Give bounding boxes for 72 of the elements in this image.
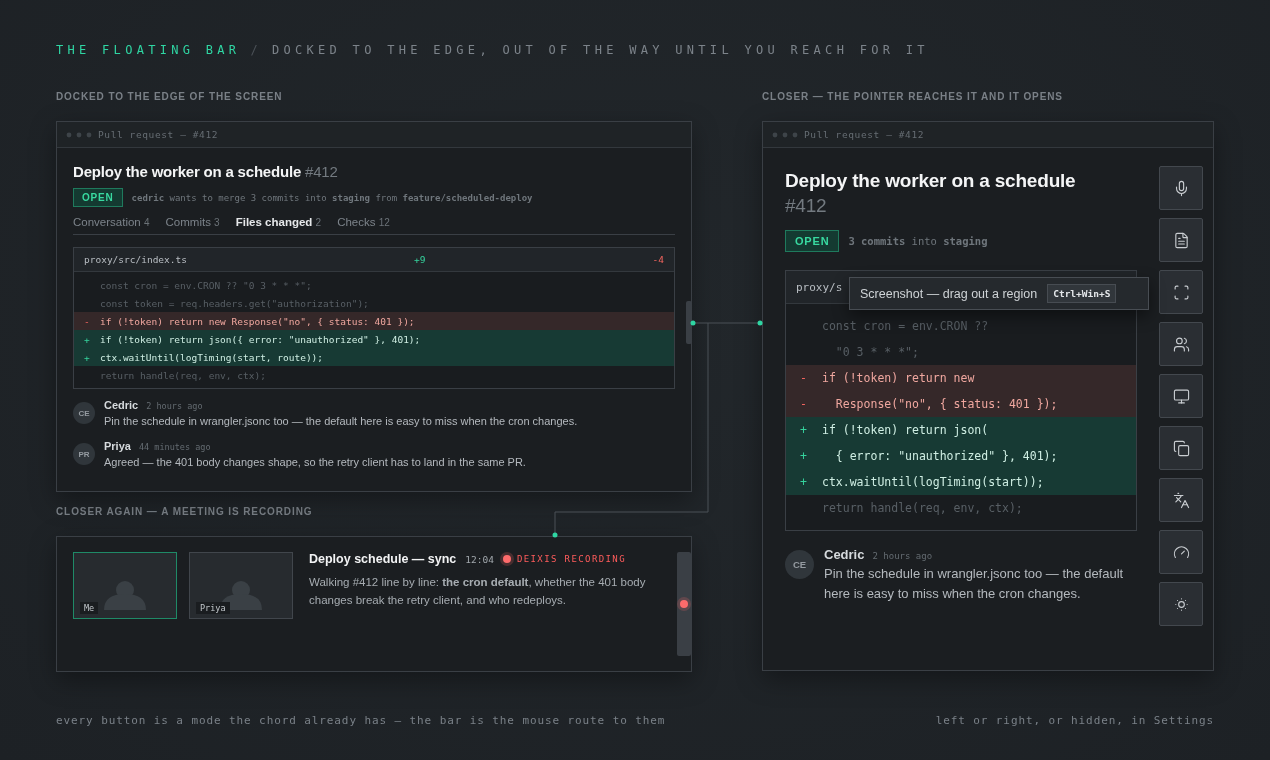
pull-request-title: Deploy the worker on a schedule #412	[73, 162, 339, 182]
recording-dot-icon	[680, 600, 688, 608]
tab[interactable]: Checks 12	[337, 216, 390, 228]
meeting-title: Deploy schedule — sync	[309, 552, 457, 566]
page-title: THE FLOATING BAR	[56, 42, 241, 58]
file-path: proxy/s	[796, 280, 843, 294]
translate-icon	[1172, 491, 1190, 509]
dock-handle[interactable]	[677, 552, 691, 656]
sun-icon	[1172, 595, 1190, 613]
avatar: CE	[785, 550, 814, 579]
recording-label: DEIXIS RECORDING	[516, 554, 626, 564]
tab[interactable]: Conversation 4	[73, 216, 150, 228]
participant-name: Priya	[196, 602, 230, 614]
comment-time: 2 hours ago	[146, 401, 203, 411]
recording-dot-icon	[502, 555, 511, 563]
page-subtitle: DOCKED TO THE EDGE, OUT OF THE WAY UNTIL YOU REACH FOR IT	[271, 42, 929, 58]
merge-summary: cedric wants to merge 3 commits into staging from feature/scheduled-deploy	[131, 192, 533, 203]
window-title: Pull request – #412	[804, 129, 925, 140]
shortcut-key: Ctrl+Win+S	[1047, 284, 1117, 303]
participant-name: Me	[80, 602, 99, 614]
section-label: CLOSER — THE POINTER REACHES IT AND IT OPENS	[762, 91, 1063, 102]
tooltip-text: Screenshot — drag out a region	[860, 286, 1038, 301]
dock-handle[interactable]	[686, 301, 692, 344]
title-separator: /	[250, 42, 262, 58]
gauge-button[interactable]	[1159, 530, 1203, 574]
window-title: Pull request – #412	[98, 129, 219, 140]
comment-time: 44 minutes ago	[138, 442, 211, 452]
footer-note: every button is a mode the chord already has — the bar is the mouse route to them	[56, 714, 666, 727]
avatar: CE	[73, 402, 95, 424]
monitor-icon	[1172, 387, 1190, 405]
comment-author: Cedric	[104, 399, 139, 411]
code-line: "0 3 * * *";	[834, 344, 920, 361]
window-dots-icon	[772, 131, 798, 138]
meeting-time: 12:04	[465, 553, 494, 565]
merge-summary: 3 commits into staging	[848, 235, 988, 247]
status-badge: OPEN	[73, 188, 123, 207]
code-line: return handle(req, env, ctx);	[99, 368, 267, 383]
section-label: DOCKED TO THE EDGE OF THE SCREEN	[56, 91, 283, 102]
tab[interactable]: Commits 3	[165, 216, 220, 228]
people-icon	[1172, 335, 1190, 353]
code-line: const cron = env.CRON ??	[821, 318, 990, 335]
screenshot-icon	[1172, 283, 1190, 301]
file-path: proxy/src/index.ts	[84, 254, 187, 265]
code-line: const cron = env.CRON ?? "0 3 * * *";	[99, 278, 313, 293]
microphone-button[interactable]	[1159, 166, 1203, 210]
comment-author: Cedric	[824, 547, 865, 562]
comment-text: Pin the schedule in wrangler.jsonc too — the default here is easy to miss when the cron changes.	[104, 414, 578, 429]
code-line: const token = req.headers.get("authorization");	[99, 296, 370, 311]
comment-text: Agreed — the 401 body changes shape, so the retry client has to land in the same PR.	[104, 455, 526, 470]
comment-time: 2 hours ago	[872, 551, 933, 561]
status-badge: OPEN	[785, 230, 840, 252]
footer-note: left or right, or hidden, in Settings	[935, 714, 1214, 727]
avatar: PR	[73, 443, 95, 465]
window-dots-icon	[66, 131, 92, 138]
additions-count: +9	[414, 254, 426, 265]
translate-button[interactable]	[1159, 478, 1203, 522]
comment-author: Priya	[104, 440, 131, 452]
pull-request-title: Deploy the worker on a schedule #412	[785, 169, 1077, 218]
section-label: CLOSER AGAIN — A MEETING IS RECORDING	[56, 506, 313, 517]
document-icon	[1172, 231, 1190, 249]
meeting-description: Walking #412 line by line: the cron default, whether the 401 body changes break the retry client, and who redeploys.	[309, 576, 646, 606]
pages-icon	[1172, 439, 1190, 457]
comment-text: Pin the schedule in wrangler.jsonc too — the default here is easy to miss when the cron changes.	[824, 565, 1125, 603]
code-line: return handle(req, env, ctx);	[821, 500, 1024, 517]
sun-button[interactable]	[1159, 582, 1203, 626]
people-button[interactable]	[1159, 322, 1203, 366]
tab[interactable]: Files changed 2	[235, 216, 322, 228]
monitor-button[interactable]	[1159, 374, 1203, 418]
document-button[interactable]	[1159, 218, 1203, 262]
gauge-icon	[1172, 543, 1190, 561]
pages-button[interactable]	[1159, 426, 1203, 470]
deletions-count: -4	[652, 254, 664, 265]
